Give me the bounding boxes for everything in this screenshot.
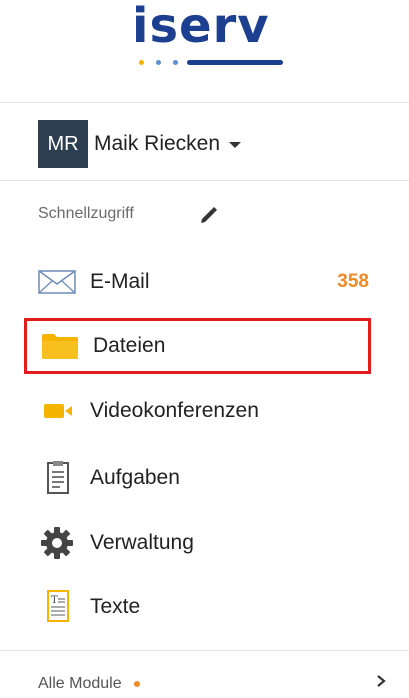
avatar: MR: [38, 120, 88, 168]
caret-down-icon: [229, 142, 242, 148]
divider-bottom: [0, 650, 409, 651]
menu-label-texte: Texte: [90, 595, 141, 618]
menu-item-aufgaben[interactable]: Aufgaben: [24, 450, 371, 506]
menu-item-email[interactable]: E-Mail 358: [24, 254, 371, 310]
menu-item-verwaltung[interactable]: Verwaltung: [24, 515, 371, 571]
menu-label-aufgaben: Aufgaben: [90, 466, 180, 489]
unread-count-badge: 358: [337, 271, 369, 292]
divider-user: [0, 180, 409, 181]
clipboard-icon: [38, 459, 76, 497]
svg-text:T: T: [51, 595, 58, 606]
video-camera-icon: [38, 401, 76, 421]
user-menu[interactable]: MR Maik Riecken: [38, 120, 242, 168]
chevron-right-icon: [374, 674, 388, 688]
text-document-icon: T: [38, 588, 76, 626]
logo-dot-yellow: [139, 60, 144, 65]
logo-dot-blue-1: [156, 60, 161, 65]
folder-icon: [41, 332, 79, 360]
quick-access-label: Schnellzugriff: [38, 205, 134, 222]
menu-item-texte[interactable]: T Texte: [24, 579, 371, 635]
gear-icon: [38, 524, 76, 562]
notification-dot: [133, 681, 140, 687]
menu-label-email: E-Mail: [90, 270, 150, 293]
menu-label-videokonferenzen: Videokonferenzen: [90, 399, 259, 422]
all-modules-link[interactable]: Alle Module: [38, 670, 388, 698]
menu-item-dateien[interactable]: Dateien: [24, 318, 371, 374]
all-modules-label: Alle Module: [38, 675, 122, 692]
pencil-icon[interactable]: [197, 205, 219, 227]
iserv-logo[interactable]: iserv: [0, 0, 409, 100]
user-name: Maik Riecken: [94, 132, 221, 155]
menu-label-dateien: Dateien: [93, 334, 166, 357]
logo-underline: [187, 60, 283, 65]
logo-dot-blue-2: [173, 60, 178, 65]
mail-icon: [38, 270, 76, 294]
logo-wordmark: iserv: [132, 0, 270, 54]
divider-top: [0, 102, 409, 103]
menu-item-videokonferenzen[interactable]: Videokonferenzen: [24, 383, 371, 439]
menu-label-verwaltung: Verwaltung: [90, 531, 194, 554]
